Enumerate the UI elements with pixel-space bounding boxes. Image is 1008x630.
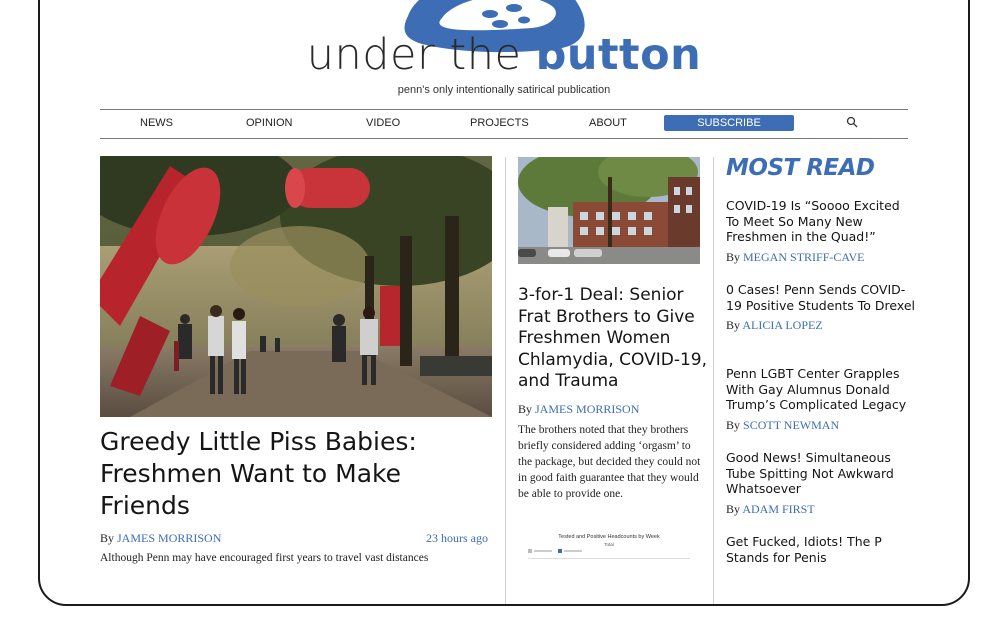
byline-prefix: By	[100, 531, 118, 545]
chart-axis-line	[528, 558, 690, 559]
most-read-item: Get Fucked, Idiots! The P Stands for Pen…	[726, 534, 916, 565]
site-title[interactable]: under the button	[40, 30, 968, 80]
feature-excerpt: Although Penn may have encouraged first …	[100, 552, 429, 564]
embedded-chart-legend	[528, 548, 588, 555]
mid-article-excerpt: The brothers noted that they brothers br…	[518, 424, 701, 500]
column-divider	[713, 157, 714, 604]
search-icon[interactable]	[846, 116, 858, 128]
nav-news[interactable]: NEWS	[140, 117, 173, 129]
most-read-item: 0 Cases! Penn Sends COVID-19 Positive St…	[726, 282, 916, 333]
most-read-item: COVID-19 Is “Soooo Excited To Meet So Ma…	[726, 198, 916, 265]
mid-article-byline: By JAMES MORRISON	[518, 402, 639, 417]
most-read-item: Penn LGBT Center Grapples With Gay Alumn…	[726, 366, 916, 433]
subscribe-button[interactable]: SUBSCRIBE	[664, 115, 794, 131]
most-read-byline: By ALICIA LOPEZ	[726, 318, 916, 333]
mid-article-image[interactable]	[518, 157, 700, 264]
most-read-author-link[interactable]: SCOTT NEWMAN	[743, 418, 839, 432]
most-read-headline[interactable]: Penn LGBT Center Grapples With Gay Alumn…	[726, 366, 916, 413]
page-content: under the button penn's only intentional…	[40, 0, 968, 604]
nav-opinion[interactable]: OPINION	[246, 117, 292, 129]
mid-article-author-link[interactable]: JAMES MORRISON	[535, 402, 639, 416]
tagline: penn's only intentionally satirical publ…	[397, 84, 611, 96]
embedded-chart-subtitle: Total	[604, 542, 614, 547]
most-read-headline[interactable]: Get Fucked, Idiots! The P Stands for Pen…	[726, 534, 916, 565]
main-nav: NEWS OPINION VIDEO PROJECTS ABOUT SUBSCR…	[100, 109, 908, 139]
most-read-author-link[interactable]: ADAM FIRST	[742, 502, 814, 516]
most-read-byline: By ADAM FIRST	[726, 502, 916, 517]
device-frame: under the button penn's only intentional…	[38, 0, 970, 606]
feature-headline[interactable]: Greedy Little Piss Babies: Freshmen Want…	[100, 426, 492, 522]
embedded-chart-title: Tested and Positive Headcounts by Week	[558, 534, 660, 540]
nav-video[interactable]: VIDEO	[366, 117, 400, 129]
most-read-heading: MOST READ	[726, 155, 875, 181]
legend-swatches	[528, 549, 582, 553]
most-read-author-link[interactable]: MEGAN STRIFF-CAVE	[743, 250, 864, 264]
most-read-headline[interactable]: 0 Cases! Penn Sends COVID-19 Positive St…	[726, 282, 916, 313]
nav-projects[interactable]: PROJECTS	[470, 117, 529, 129]
most-read-headline[interactable]: Good News! Simultaneous Tube Spitting No…	[726, 450, 916, 497]
mid-article-headline[interactable]: 3-for-1 Deal: Senior Frat Brothers to Gi…	[518, 285, 708, 393]
byline-prefix: By	[518, 402, 536, 416]
most-read-headline[interactable]: COVID-19 Is “Soooo Excited To Meet So Ma…	[726, 198, 916, 245]
site-title-accent: button	[535, 30, 702, 80]
most-read-author-link[interactable]: ALICIA LOPEZ	[742, 318, 822, 332]
byline-prefix: By	[726, 318, 743, 332]
feature-timestamp: 23 hours ago	[426, 531, 488, 545]
most-read-byline: By SCOTT NEWMAN	[726, 418, 916, 433]
most-read-byline: By MEGAN STRIFF-CAVE	[726, 250, 916, 265]
feature-image[interactable]	[100, 156, 492, 417]
column-divider	[505, 157, 506, 604]
feature-author-link[interactable]: JAMES MORRISON	[117, 531, 221, 545]
nav-about[interactable]: ABOUT	[589, 117, 627, 129]
site-title-main: under the	[306, 30, 536, 80]
byline-prefix: By	[726, 249, 744, 264]
most-read-item: Good News! Simultaneous Tube Spitting No…	[726, 450, 916, 517]
byline-prefix: By	[726, 501, 743, 516]
embedded-chart-thumbnail[interactable]: Tested and Positive Headcounts by Week T…	[518, 532, 700, 572]
byline-prefix: By	[726, 417, 744, 432]
feature-byline: By JAMES MORRISON	[100, 531, 221, 546]
